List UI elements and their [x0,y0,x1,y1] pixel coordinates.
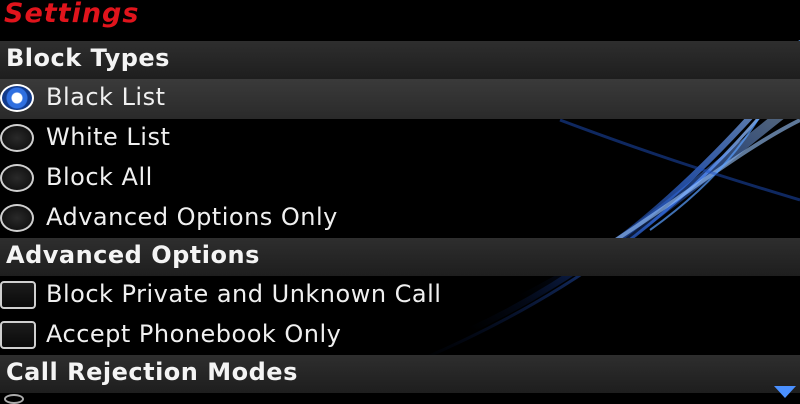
section-header-advanced-options: Advanced Options [0,238,800,276]
radio-option-label: White List [46,123,171,151]
checkbox-block-private-unknown[interactable]: Block Private and Unknown Call [0,276,800,316]
radio-option-white-list[interactable]: White List [0,119,800,159]
radio-unselected-icon[interactable] [4,394,24,404]
section-header-block-types: Block Types [0,41,800,79]
radio-option-label: Black List [46,83,166,111]
checkbox-label: Block Private and Unknown Call [46,280,442,308]
radio-unselected-icon[interactable] [0,164,34,192]
radio-unselected-icon[interactable] [0,124,34,152]
radio-option-black-list[interactable]: Black List [0,79,800,119]
section-header-label: Advanced Options [6,241,260,269]
checkbox-unchecked-icon[interactable] [0,321,36,349]
radio-unselected-icon[interactable] [0,204,34,232]
page-title: Settings [4,0,140,29]
checkbox-unchecked-icon[interactable] [0,281,36,309]
checkbox-label: Accept Phonebook Only [46,320,342,348]
section-header-label: Call Rejection Modes [6,358,298,386]
section-header-label: Block Types [6,44,170,72]
title-bar: Settings [0,0,800,40]
section-header-call-rejection: Call Rejection Modes [0,355,800,393]
radio-option-block-all[interactable]: Block All [0,159,800,199]
radio-option-advanced-only[interactable]: Advanced Options Only [0,199,800,239]
radio-selected-icon[interactable] [0,84,34,112]
radio-option-label: Block All [46,163,153,191]
radio-option-label: Advanced Options Only [46,203,338,231]
chevron-down-icon[interactable] [774,386,796,398]
checkbox-accept-phonebook-only[interactable]: Accept Phonebook Only [0,316,800,356]
